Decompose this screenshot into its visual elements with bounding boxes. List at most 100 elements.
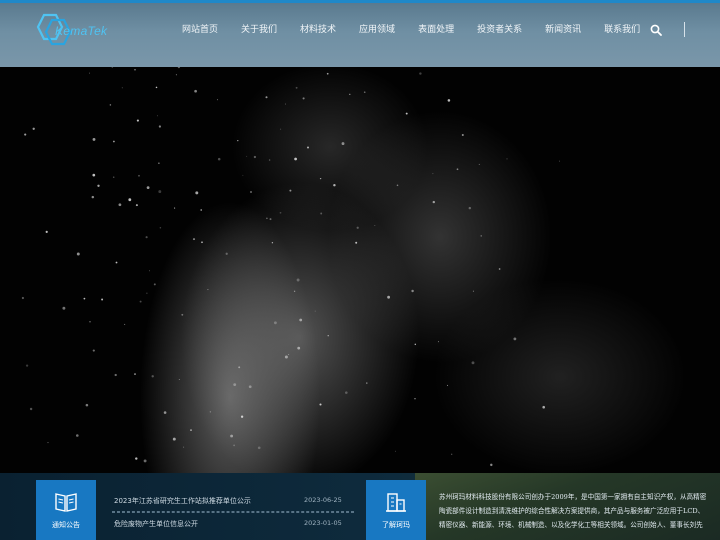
particle bbox=[146, 186, 150, 189]
about-line: 精密仪器、新能源、环境、机械制造、以及化学化工等相关领域。公司创始人、董事长刘先 bbox=[439, 521, 703, 529]
particle bbox=[299, 318, 303, 322]
particle bbox=[356, 226, 359, 229]
particle bbox=[209, 411, 212, 413]
particle bbox=[345, 391, 348, 394]
book-icon bbox=[55, 493, 77, 512]
particle bbox=[113, 140, 115, 143]
particle bbox=[333, 183, 336, 187]
particle bbox=[29, 407, 33, 411]
particle bbox=[190, 429, 192, 431]
particle bbox=[471, 361, 475, 365]
particle bbox=[250, 191, 252, 193]
particle bbox=[85, 403, 89, 407]
particle bbox=[326, 72, 329, 75]
particle bbox=[32, 127, 35, 130]
particle bbox=[158, 162, 160, 164]
particle bbox=[163, 411, 167, 414]
particle bbox=[75, 434, 79, 437]
notice-date: 2023-01-05 bbox=[304, 519, 342, 527]
particle bbox=[490, 463, 493, 467]
particle bbox=[246, 155, 248, 157]
particle bbox=[175, 74, 177, 76]
particle bbox=[472, 290, 474, 292]
particle bbox=[153, 283, 156, 286]
particle bbox=[414, 343, 417, 346]
nav-news[interactable]: 新闻资讯 bbox=[545, 22, 581, 38]
nav-contact[interactable]: 联系我们 bbox=[604, 22, 640, 38]
particle bbox=[284, 355, 288, 359]
particle bbox=[437, 341, 439, 343]
header-divider bbox=[684, 22, 685, 37]
particle bbox=[158, 190, 162, 194]
particle bbox=[297, 346, 301, 350]
particle bbox=[200, 209, 203, 211]
list-item[interactable]: 2023年江苏省研究生工作站拟推荐单位公示 2023-06-25 bbox=[112, 490, 354, 512]
about-line: 陶瓷部件设计制造到清洗维护的综合性解决方案提供商，其产品与服务被广泛应用于LCD… bbox=[439, 507, 705, 515]
particle bbox=[237, 139, 239, 142]
particle bbox=[230, 434, 234, 438]
particle bbox=[134, 373, 136, 376]
particle bbox=[97, 184, 100, 187]
about-tile[interactable]: 了解珂玛 bbox=[366, 480, 426, 540]
nav-home[interactable]: 网站首页 bbox=[182, 22, 218, 38]
list-item[interactable]: 危险废物产生单位信息公开 2023-01-05 bbox=[112, 512, 354, 534]
particle bbox=[47, 442, 49, 444]
particle bbox=[468, 206, 472, 210]
particle bbox=[207, 289, 209, 291]
notice-title[interactable]: 2023年江苏省研究生工作站拟推荐单位公示 bbox=[114, 496, 251, 506]
particle bbox=[124, 323, 126, 325]
particle bbox=[447, 99, 451, 102]
particle bbox=[542, 405, 545, 409]
particle bbox=[145, 236, 148, 239]
search-icon[interactable] bbox=[650, 24, 662, 36]
particle bbox=[257, 446, 261, 450]
nav-investor-relations[interactable]: 投资者关系 bbox=[477, 22, 522, 38]
particle bbox=[109, 104, 112, 106]
particle bbox=[411, 289, 414, 293]
particle bbox=[432, 200, 435, 204]
particle bbox=[159, 227, 162, 229]
particle bbox=[559, 160, 560, 162]
particle bbox=[143, 459, 147, 463]
notice-label: 通知公告 bbox=[52, 521, 80, 529]
particle bbox=[319, 177, 322, 180]
particle bbox=[21, 296, 24, 300]
particle bbox=[280, 128, 282, 130]
nav-materials[interactable]: 材料技术 bbox=[300, 22, 336, 38]
particle bbox=[233, 383, 237, 386]
building-icon bbox=[386, 493, 406, 512]
particle bbox=[89, 72, 91, 74]
particle bbox=[201, 241, 203, 244]
particle bbox=[91, 195, 95, 199]
particle bbox=[295, 86, 298, 89]
notice-tile[interactable]: 通知公告 bbox=[36, 480, 96, 540]
particle bbox=[192, 238, 196, 241]
particle bbox=[115, 261, 118, 264]
particle bbox=[341, 142, 345, 146]
particle bbox=[172, 437, 176, 441]
notice-date: 2023-06-25 bbox=[304, 496, 342, 504]
particle bbox=[273, 321, 277, 325]
particle bbox=[394, 450, 397, 452]
particle bbox=[181, 313, 184, 316]
notice-title[interactable]: 危险废物产生单位信息公开 bbox=[114, 519, 198, 529]
about-description: 苏州珂玛材料科技股份有限公司创办于2009年，是中国第一家拥有自主知识产权，从高… bbox=[439, 490, 711, 532]
particle bbox=[279, 211, 282, 214]
particle bbox=[396, 184, 399, 187]
particle bbox=[387, 295, 390, 299]
particle bbox=[146, 292, 148, 294]
nav-surface-treatment[interactable]: 表面处理 bbox=[418, 22, 454, 38]
particle bbox=[478, 163, 480, 165]
particle bbox=[151, 375, 154, 378]
nav-applications[interactable]: 应用领域 bbox=[359, 22, 395, 38]
nav-about[interactable]: 关于我们 bbox=[241, 22, 277, 38]
particle bbox=[112, 176, 115, 178]
particle bbox=[155, 86, 158, 89]
particle bbox=[76, 252, 80, 256]
particle bbox=[451, 453, 453, 455]
particle bbox=[178, 379, 180, 380]
particle bbox=[174, 207, 176, 209]
about-label: 了解珂玛 bbox=[382, 521, 410, 529]
particle bbox=[135, 204, 138, 207]
powder-particles-image bbox=[21, 67, 560, 467]
